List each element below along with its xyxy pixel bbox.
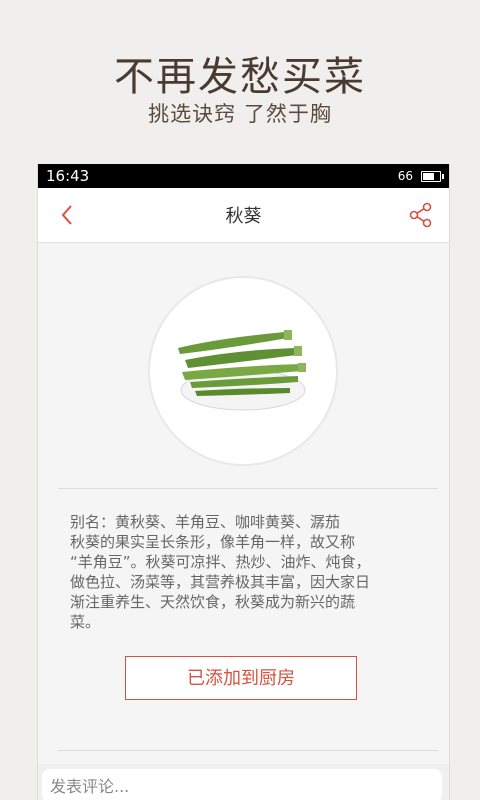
status-time: 16:43 bbox=[46, 167, 90, 185]
description-line: 做色拉、汤菜等，其营养极其丰富，因大家日 bbox=[70, 573, 371, 591]
description-line: “羊角豆”。秋葵可凉拌、热炒、油炸、炖食， bbox=[70, 553, 371, 571]
nav-bar: 秋葵 bbox=[38, 188, 449, 243]
battery-level: 66 bbox=[397, 169, 413, 183]
battery-icon bbox=[421, 171, 444, 182]
status-bar: 16:43 66 bbox=[38, 164, 449, 188]
promo-title: 不再发愁买菜 bbox=[114, 54, 366, 100]
description-line: 秋葵的果实呈长条形，像羊角一样，故又称 bbox=[70, 533, 356, 551]
okra-image bbox=[178, 330, 306, 411]
comment-bar bbox=[38, 764, 449, 800]
page-title: 秋葵 bbox=[225, 206, 262, 227]
description-line: 渐注重养生、天然饮食，秋葵成为新兴的蔬 bbox=[70, 593, 356, 611]
divider bbox=[58, 488, 438, 489]
vegetable-description: 别名：黄秋葵、羊角豆、咖啡黄葵、潺茄 秋葵的果实呈长条形，像羊角一样，故又称 “… bbox=[70, 512, 420, 632]
share-button[interactable] bbox=[407, 201, 435, 229]
phone-screen: 16:43 66 秋葵 别名：黄秋葵、羊角豆、咖啡黄葵、潺茄 秋葵的果实呈长条形… bbox=[37, 164, 450, 800]
promo-subtitle: 挑选诀窍 了然于胸 bbox=[148, 102, 332, 126]
description-line: 别名：黄秋葵、羊角豆、咖啡黄葵、潺茄 bbox=[70, 513, 341, 531]
vegetable-image-frame bbox=[148, 276, 338, 466]
comment-input[interactable] bbox=[42, 769, 442, 800]
share-icon bbox=[409, 202, 432, 228]
added-to-kitchen-button[interactable]: 已添加到厨房 bbox=[125, 656, 357, 700]
description-line: 菜。 bbox=[70, 613, 101, 631]
divider bbox=[58, 750, 438, 751]
